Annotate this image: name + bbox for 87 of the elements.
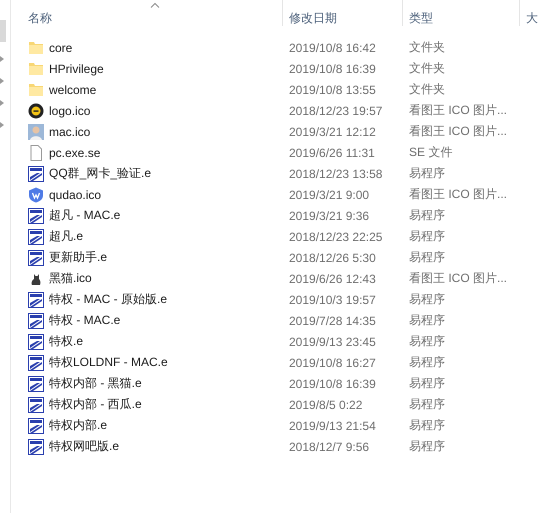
program-icon	[28, 396, 44, 412]
program-icon	[28, 354, 44, 370]
file-name[interactable]: pc.exe.se	[49, 146, 100, 160]
chevron-icon[interactable]	[0, 56, 4, 62]
file-name[interactable]: 超凡.e	[49, 228, 84, 245]
column-header[interactable]: 修改日期	[283, 0, 403, 26]
file-name[interactable]: 特权网吧版.e	[49, 438, 120, 455]
file-type: 文件夹	[408, 39, 445, 56]
file-name[interactable]: 黑猫.ico	[49, 270, 92, 287]
program-icon	[28, 376, 44, 392]
file-name[interactable]: 超凡 - MAC.e	[49, 207, 120, 224]
file-name[interactable]: QQ群_网卡_验证.e	[49, 165, 152, 182]
avatar-icon	[28, 124, 44, 140]
modified-date: 2018/12/26 5:30	[288, 250, 376, 264]
modified-date: 2019/3/21 12:12	[288, 124, 376, 138]
modified-date: 2019/10/8 16:27	[288, 356, 376, 370]
file-name[interactable]: HPrivilege	[49, 62, 104, 76]
file-name[interactable]: 特权 - MAC.e	[49, 312, 120, 329]
modified-date: 2019/3/21 9:36	[288, 208, 370, 222]
folder-icon	[28, 40, 44, 56]
file-type: 易程序	[408, 375, 445, 392]
file-type: 易程序	[408, 333, 445, 350]
file-type: 看图王 ICO 图片...	[408, 186, 508, 203]
modified-date: 2019/9/13 23:45	[288, 334, 376, 348]
modified-date: 2019/3/21 9:00	[288, 188, 370, 202]
file-name[interactable]: qudao.ico	[49, 188, 102, 202]
program-icon	[28, 166, 44, 182]
file-type: 易程序	[408, 312, 445, 329]
modified-date: 2019/10/8 16:39	[288, 62, 376, 76]
program-icon	[28, 228, 44, 244]
file-name[interactable]: 特权LOLDNF - MAC.e	[49, 354, 168, 371]
modified-date: 2019/8/5 0:22	[288, 398, 362, 412]
file-type: 文件夹	[408, 81, 445, 98]
program-icon	[28, 418, 44, 434]
file-name[interactable]: welcome	[49, 82, 96, 96]
folder-icon	[28, 60, 44, 76]
file-type: 易程序	[408, 165, 445, 182]
file-name[interactable]: mac.ico	[49, 124, 90, 138]
logo-icon	[28, 102, 44, 118]
modified-date: 2018/12/7 9:56	[288, 440, 370, 454]
program-icon	[28, 312, 44, 328]
shield-icon	[28, 186, 44, 202]
folder-icon	[28, 82, 44, 98]
file-type: 看图王 ICO 图片...	[408, 102, 508, 119]
modified-date: 2018/12/23 13:58	[288, 166, 382, 180]
chevron-icon[interactable]	[0, 78, 4, 84]
program-icon	[28, 208, 44, 224]
modified-date: 2019/9/13 21:54	[288, 418, 376, 432]
file-type: 易程序	[408, 396, 445, 413]
file-type: 易程序	[408, 291, 445, 308]
file-name[interactable]: 特权内部.e	[49, 417, 108, 434]
chevron-icon[interactable]	[0, 122, 4, 128]
file-type: 看图王 ICO 图片...	[408, 123, 508, 140]
file-type: 易程序	[408, 438, 445, 455]
modified-date: 2018/12/23 22:25	[288, 230, 382, 244]
file-type: 文件夹	[408, 60, 445, 77]
file-icon	[28, 144, 44, 160]
program-icon	[28, 438, 44, 454]
modified-date: 2019/10/8 13:55	[288, 82, 376, 96]
chevron-icon[interactable]	[0, 100, 4, 106]
modified-date: 2019/10/3 19:57	[288, 292, 376, 306]
file-name[interactable]: core	[49, 40, 72, 54]
modified-date: 2019/6/26 12:43	[288, 272, 376, 286]
file-type: 易程序	[408, 417, 445, 434]
file-name[interactable]: logo.ico	[49, 104, 90, 118]
file-name[interactable]: 特权.e	[49, 333, 84, 350]
modified-date: 2019/6/26 11:31	[288, 146, 375, 160]
modified-date: 2019/10/8 16:42	[288, 40, 376, 54]
file-type: 看图王 ICO 图片...	[408, 270, 508, 287]
program-icon	[28, 250, 44, 266]
column-header[interactable]: 类型	[403, 0, 520, 26]
file-name[interactable]: 特权 - MAC - 原始版.e	[49, 291, 168, 308]
program-icon	[28, 292, 44, 308]
program-icon	[28, 334, 44, 350]
file-type: SE 文件	[408, 144, 452, 161]
column-header[interactable]: 大	[520, 0, 546, 26]
modified-date: 2019/7/28 14:35	[288, 314, 376, 328]
modified-date: 2018/12/23 19:57	[288, 104, 382, 118]
file-type: 易程序	[408, 207, 445, 224]
file-name[interactable]: 特权内部 - 黑猫.e	[49, 375, 142, 392]
file-name[interactable]: 更新助手.e	[49, 249, 108, 266]
file-type: 易程序	[408, 354, 445, 371]
file-name[interactable]: 特权内部 - 西瓜.e	[49, 396, 142, 413]
modified-date: 2019/10/8 16:39	[288, 376, 376, 390]
file-type: 易程序	[408, 249, 445, 266]
file-type: 易程序	[408, 228, 445, 245]
column-header[interactable]: 名称	[11, 0, 283, 26]
